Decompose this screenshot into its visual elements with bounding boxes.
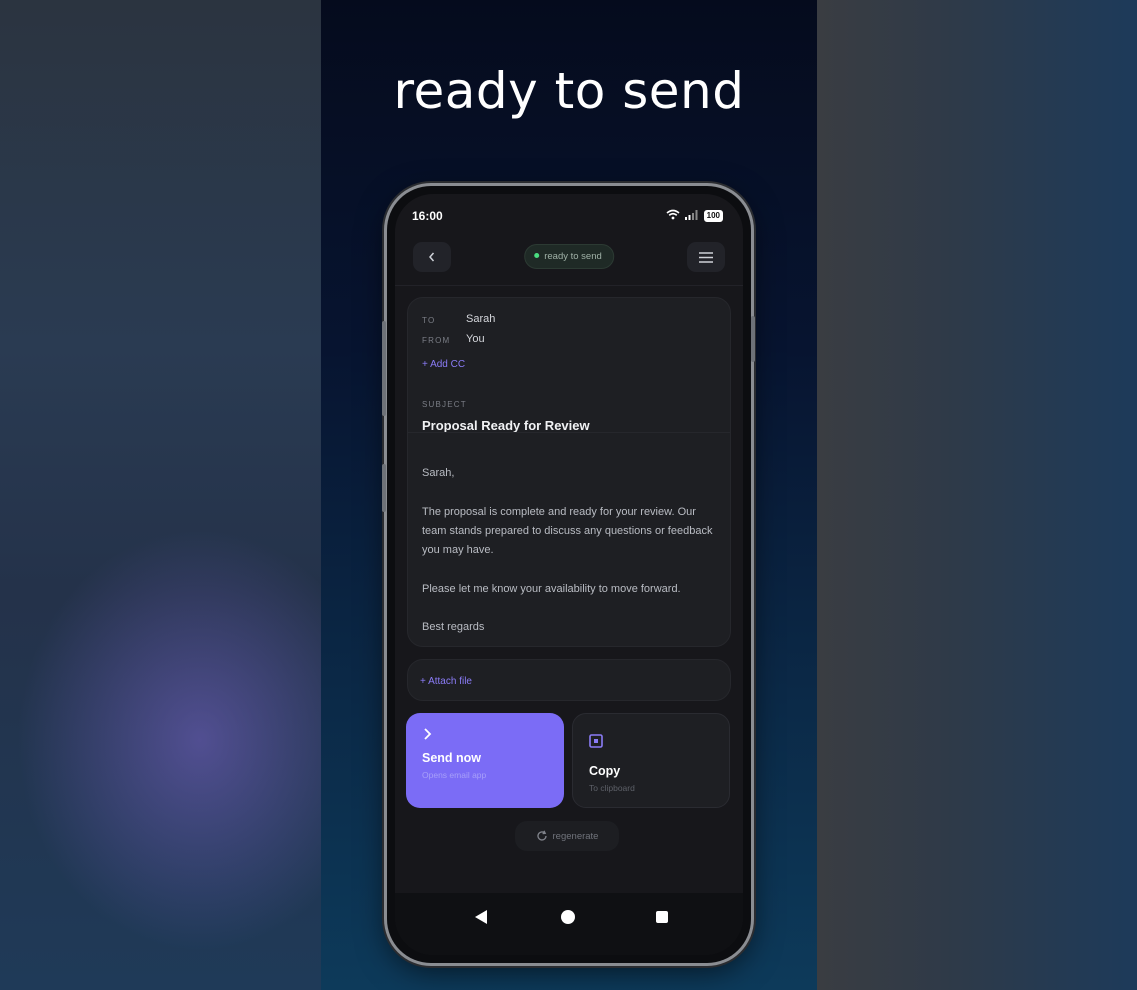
back-triangle-icon[interactable] [475,910,487,924]
back-button[interactable] [413,242,451,272]
subject-field[interactable]: Proposal Ready for Review [422,418,590,433]
background-left [0,0,321,990]
to-field[interactable]: Sarah [466,313,495,325]
home-circle-icon[interactable] [561,910,575,924]
recents-square-icon[interactable] [656,911,668,923]
menu-button[interactable] [687,242,725,272]
status-dot [534,253,540,258]
battery-indicator: 100 [703,210,723,222]
background-right [817,0,1137,990]
hero-title: ready to send [393,62,745,120]
status-pill: ready to send [524,244,614,269]
status-pill-label: ready to send [544,251,602,262]
app-screen: 16:00 100 ready to send TO Sarah FROM Yo… [395,194,743,955]
regenerate-label: regenerate [552,830,599,842]
system-nav-bar [395,893,743,955]
copy-subtitle: To clipboard [589,783,635,793]
copy-title: Copy [589,764,621,778]
attach-file-link[interactable]: + Attach file [420,676,472,687]
copy-button[interactable]: Copy To clipboard [572,713,730,808]
regenerate-button[interactable]: regenerate [515,821,619,851]
chevron-left-icon [429,252,435,262]
to-label: TO [422,316,436,325]
send-now-button[interactable]: Send now Opens email app [406,713,564,808]
send-now-subtitle: Opens email app [422,770,487,780]
chevron-right-icon [422,727,432,745]
subject-divider [408,432,730,433]
from-label: FROM [422,336,451,345]
phone-frame: 16:00 100 ready to send TO Sarah FROM Yo… [382,186,755,963]
signal-icon [684,209,699,223]
power-button [382,464,386,512]
send-now-title: Send now [422,751,482,765]
from-field: You [466,333,485,345]
top-bar: ready to send [413,242,725,272]
side-button [751,316,755,362]
wifi-icon [666,209,680,223]
refresh-icon [536,830,547,841]
attach-card[interactable]: + Attach file [407,659,731,701]
status-bar: 16:00 100 [412,209,723,225]
volume-button [382,321,386,416]
add-cc-link[interactable]: + Add CC [422,359,465,370]
email-body[interactable]: Sarah, The proposal is complete and read… [422,464,717,638]
hamburger-menu-icon [699,251,713,263]
copy-icon [589,734,603,752]
status-time: 16:00 [412,209,443,223]
header-divider [395,285,743,286]
email-card: TO Sarah FROM You + Add CC SUBJECT Propo… [407,297,731,647]
subject-label: SUBJECT [422,400,467,409]
